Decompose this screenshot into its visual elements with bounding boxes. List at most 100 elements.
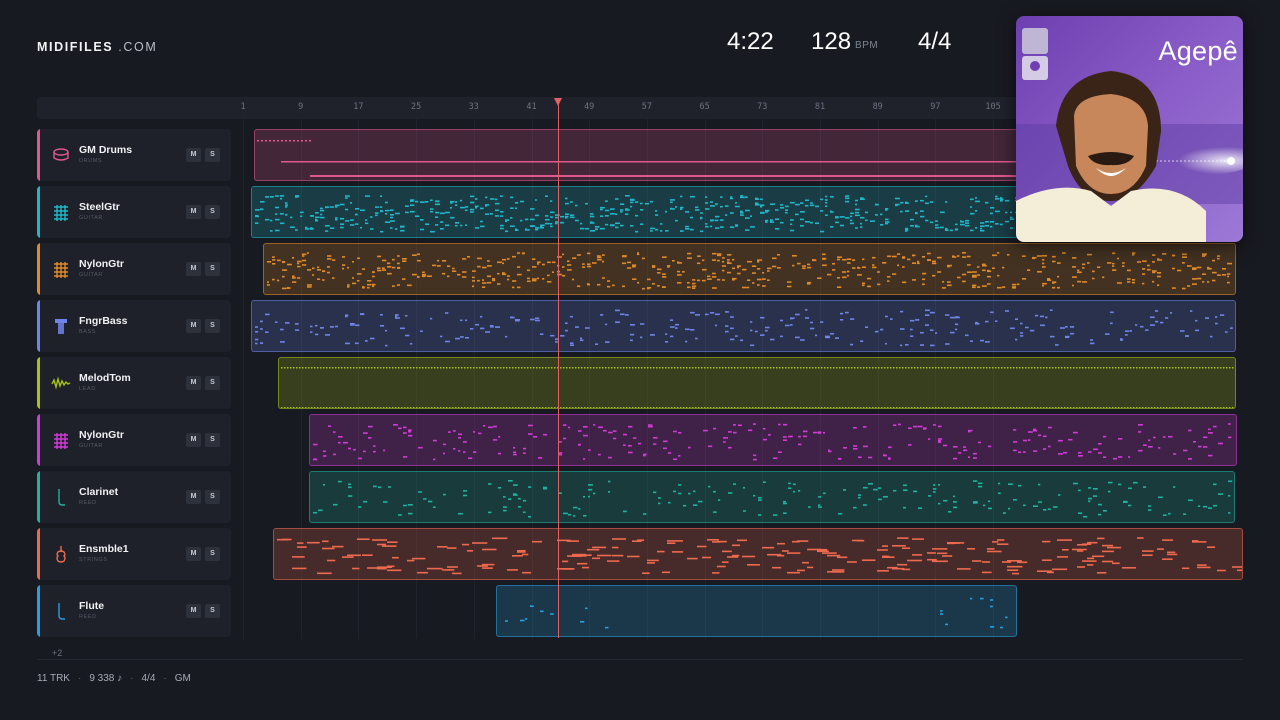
track-row[interactable]: NylonGtr GUITAR M S	[37, 243, 231, 295]
track-name: Flute	[79, 600, 105, 612]
status-footer: 11 TRK · 9 338 ♪ · 4/4 · GM	[37, 673, 191, 684]
album-cover: Agepê	[1016, 16, 1243, 242]
ruler-tick: 33	[468, 102, 479, 112]
ruler-tick: 25	[410, 102, 422, 112]
brand-logo: MIDIFILES .COM	[37, 40, 158, 54]
track-row[interactable]: NylonGtr GUITAR M S	[37, 414, 231, 466]
solo-button[interactable]: S	[205, 547, 220, 561]
ruler-tick: 57	[641, 102, 653, 112]
track-row[interactable]: MelodTom LEAD M S	[37, 357, 231, 409]
ruler-tick: 65	[699, 102, 710, 112]
ruler-tick: 81	[814, 102, 826, 112]
clip-notes	[505, 597, 1008, 629]
mute-button[interactable]: M	[186, 319, 201, 333]
track-name: Clarinet	[79, 486, 119, 498]
mute-button[interactable]: M	[186, 148, 201, 162]
midi-clip[interactable]	[309, 471, 1235, 523]
track-row[interactable]: GM Drums DRUMS M S	[37, 129, 231, 181]
guitar-grid-icon	[51, 259, 71, 279]
midi-clip[interactable]	[309, 414, 1237, 466]
more-tracks-indicator[interactable]: +2	[52, 648, 62, 658]
ruler-tick: 97	[930, 102, 941, 112]
track-color-stripe	[37, 471, 40, 523]
track-name: GM Drums	[79, 144, 133, 156]
mute-button[interactable]: M	[186, 205, 201, 219]
track-name: SteelGtr	[79, 201, 120, 213]
track-category: BASS	[79, 329, 97, 335]
track-color-stripe	[37, 357, 40, 409]
track-color-stripe	[37, 528, 40, 580]
mute-button[interactable]: M	[186, 547, 201, 561]
track-name: NylonGtr	[79, 429, 124, 441]
ruler-tick: 89	[872, 102, 883, 112]
ruler-tick: 49	[584, 102, 595, 112]
mute-button[interactable]: M	[186, 262, 201, 276]
track-category: GUITAR	[79, 443, 103, 449]
mute-button[interactable]: M	[186, 604, 201, 618]
track-color-stripe	[37, 186, 40, 238]
midi-clip[interactable]	[273, 528, 1243, 580]
track-name: FngrBass	[79, 315, 128, 327]
waveform-icon	[51, 373, 71, 393]
ruler-tick: 41	[526, 102, 537, 112]
clip-notes	[255, 309, 1233, 347]
solo-button[interactable]: S	[205, 205, 220, 219]
midi-clip[interactable]	[496, 585, 1017, 637]
track-row[interactable]: FngrBass BASS M S	[37, 300, 231, 352]
ruler-tick: 9	[298, 102, 304, 112]
grid-line	[243, 119, 244, 639]
track-category: LEAD	[79, 386, 96, 392]
ruler-tick: 73	[757, 102, 768, 112]
track-color-stripe	[37, 129, 40, 181]
solo-button[interactable]: S	[205, 604, 220, 618]
ruler-tick: 17	[353, 102, 364, 112]
ruler-tick: 105	[985, 102, 1001, 112]
solo-button[interactable]: S	[205, 262, 220, 276]
track-color-stripe	[37, 300, 40, 352]
track-row[interactable]: Ensmble1 STRINGS M S	[37, 528, 231, 580]
mute-button[interactable]: M	[186, 433, 201, 447]
track-category: REED	[79, 500, 97, 506]
guitar-grid-icon	[51, 202, 71, 222]
clip-notes	[277, 537, 1242, 575]
track-category: REED	[79, 614, 97, 620]
solo-button[interactable]: S	[205, 319, 220, 333]
track-category: GUITAR	[79, 272, 103, 278]
track-color-stripe	[37, 243, 40, 295]
solo-button[interactable]: S	[205, 148, 220, 162]
track-name: NylonGtr	[79, 258, 124, 270]
ruler-tick: 1	[240, 102, 246, 112]
album-artist-name: Agepê	[1158, 36, 1238, 66]
track-category: STRINGS	[79, 557, 108, 563]
playhead[interactable]	[558, 98, 559, 638]
clip-notes	[267, 252, 1232, 290]
mute-button[interactable]: M	[186, 490, 201, 504]
duration-display: 4:22	[727, 28, 774, 55]
reed-icon	[51, 487, 71, 507]
midi-clip[interactable]	[251, 300, 1236, 352]
solo-button[interactable]: S	[205, 376, 220, 390]
track-count: 11 TRK	[37, 673, 70, 684]
footer-time-signature: 4/4	[141, 673, 156, 684]
midi-clip[interactable]	[278, 357, 1236, 409]
midi-standard: GM	[174, 673, 191, 684]
playhead-handle[interactable]	[554, 98, 562, 106]
note-count: 9 338 ♪	[89, 673, 123, 684]
solo-button[interactable]: S	[205, 433, 220, 447]
footer-divider	[37, 659, 1243, 660]
track-name: Ensmble1	[79, 543, 129, 555]
midi-clip[interactable]	[263, 243, 1236, 295]
track-row[interactable]: Flute REED M S	[37, 585, 231, 637]
bass-icon	[51, 316, 71, 336]
track-row[interactable]: Clarinet REED M S	[37, 471, 231, 523]
bpm-display: 128 BPM	[811, 28, 879, 55]
track-row[interactable]: SteelGtr GUITAR M S	[37, 186, 231, 238]
solo-button[interactable]: S	[205, 490, 220, 504]
track-color-stripe	[37, 585, 40, 637]
track-category: DRUMS	[79, 158, 103, 164]
track-category: GUITAR	[79, 215, 103, 221]
guitar-grid-icon	[51, 430, 71, 450]
time-signature-display: 4/4	[918, 28, 952, 55]
reed-icon	[51, 601, 71, 621]
mute-button[interactable]: M	[186, 376, 201, 390]
